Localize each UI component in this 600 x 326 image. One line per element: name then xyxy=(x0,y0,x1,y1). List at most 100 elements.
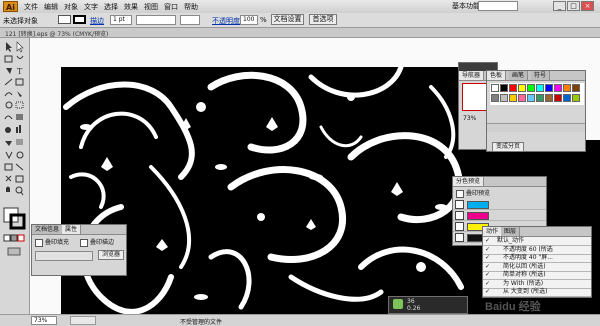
type-tool-icon: T xyxy=(17,67,23,76)
check-icon[interactable]: ✓ xyxy=(485,271,490,279)
search-box[interactable] xyxy=(478,1,518,11)
browser-button[interactable]: 浏览器 xyxy=(98,250,124,260)
selection-status: 未选择对象 xyxy=(3,17,38,25)
tab-document-info[interactable]: 文档信息 xyxy=(32,225,64,234)
document-tab[interactable]: 121 [转换].eps @ 73% (CMYK/预览) xyxy=(0,28,600,38)
tab-layers[interactable]: 图层 xyxy=(501,227,521,236)
check-icon[interactable]: ✓ xyxy=(485,237,490,245)
color-swatch[interactable] xyxy=(491,94,499,102)
check-icon[interactable]: ✓ xyxy=(485,288,490,296)
tab-actions[interactable]: 动作 xyxy=(483,227,503,236)
status-bar: 73% 不受管理的文件 xyxy=(0,314,600,326)
color-swatch[interactable] xyxy=(518,84,526,92)
color-swatch[interactable] xyxy=(509,84,517,92)
preferences-button[interactable]: 首选项 xyxy=(309,14,337,25)
floral-artwork[interactable] xyxy=(61,67,468,314)
tab-attributes[interactable]: 属性 xyxy=(62,225,82,234)
line-tool-icon xyxy=(4,78,13,86)
tab-separations[interactable]: 分色预览 xyxy=(453,177,485,186)
menu-edit[interactable]: 编辑 xyxy=(44,2,58,12)
menu-type[interactable]: 文字 xyxy=(84,2,98,12)
checkbox-icon[interactable] xyxy=(456,189,464,198)
visibility-icon[interactable] xyxy=(455,233,464,242)
info-x-value: 36 xyxy=(407,298,415,305)
color-swatch[interactable] xyxy=(500,84,508,92)
document-setup-button[interactable]: 文档设置 xyxy=(271,14,304,25)
artboard-nav[interactable] xyxy=(70,316,96,325)
action-label: 简单对称 (所选) xyxy=(503,271,546,278)
tab-navigator[interactable]: 导航器 xyxy=(459,71,485,80)
visibility-icon[interactable] xyxy=(455,211,464,220)
swatch-grid[interactable] xyxy=(490,83,584,105)
stroke-link[interactable]: 描边 xyxy=(90,16,104,26)
brush-field[interactable] xyxy=(180,15,200,25)
close-button[interactable]: × xyxy=(581,1,594,11)
color-swatch[interactable] xyxy=(563,94,571,102)
stroke-weight-field[interactable]: 1 pt xyxy=(110,15,132,25)
direct-selection-tool-icon xyxy=(16,41,24,53)
menu-object[interactable]: 对象 xyxy=(64,2,78,12)
color-swatch[interactable] xyxy=(536,94,544,102)
stroke-profile-field[interactable] xyxy=(136,15,176,25)
zoom-field[interactable]: 73% xyxy=(31,316,57,325)
swatches-panel: 色板 画笔 符号 xyxy=(486,70,586,152)
app-logo: Ai xyxy=(3,1,18,12)
visibility-icon[interactable] xyxy=(455,222,464,231)
overprint-stroke-checkbox[interactable]: 叠印描边 xyxy=(80,237,114,247)
overprint-fill-checkbox[interactable]: 叠印填充 xyxy=(35,237,69,247)
color-swatch[interactable] xyxy=(572,84,580,92)
check-icon[interactable]: ✓ xyxy=(485,280,490,288)
menu-select[interactable]: 选择 xyxy=(104,2,118,12)
overprint-preview-checkbox[interactable]: 叠印预览 xyxy=(456,188,490,198)
color-swatch[interactable] xyxy=(563,84,571,92)
stroke-swatch[interactable] xyxy=(73,15,86,24)
menu-window[interactable]: 窗口 xyxy=(164,2,178,12)
tab-brushes[interactable]: 画笔 xyxy=(509,71,529,80)
tab-swatches[interactable]: 色板 xyxy=(487,71,507,80)
control-bar: 未选择对象 描边 1 pt 不透明度 100 % 文档设置 首选项 xyxy=(0,13,600,28)
document-title: 121 [转换].eps @ 73% (CMYK/预览) xyxy=(5,31,109,38)
color-swatch[interactable] xyxy=(572,94,580,102)
action-item[interactable]: ✓ 从 大变到 (所选) xyxy=(483,288,591,297)
visibility-icon[interactable] xyxy=(455,200,464,209)
checkbox-icon[interactable] xyxy=(80,238,88,247)
opacity-link[interactable]: 不透明度 xyxy=(212,16,240,26)
lasso-tool-icon xyxy=(16,55,24,59)
opacity-field[interactable]: 100 xyxy=(240,15,258,25)
check-icon[interactable]: ✓ xyxy=(485,254,490,262)
action-label: 不透明度 40 "屏... xyxy=(503,254,553,261)
menu-effect[interactable]: 效果 xyxy=(124,2,138,12)
color-swatch[interactable] xyxy=(536,84,544,92)
paginate-button[interactable]: 变成分页 xyxy=(492,142,524,152)
checkbox-icon[interactable] xyxy=(35,238,43,247)
workspace-label[interactable]: 基本功能 xyxy=(452,1,480,11)
tool-icons: T xyxy=(3,41,26,256)
menu-view[interactable]: 视图 xyxy=(144,2,158,12)
tab-symbols[interactable]: 符号 xyxy=(531,71,551,80)
color-swatch[interactable] xyxy=(554,84,562,92)
separation-row[interactable] xyxy=(453,199,546,210)
menu-file[interactable]: 文件 xyxy=(24,2,38,12)
color-swatch[interactable] xyxy=(500,94,508,102)
color-swatch[interactable] xyxy=(545,94,553,102)
separation-row[interactable] xyxy=(453,210,546,221)
image-map-select[interactable] xyxy=(35,251,93,261)
gradient-mode-icon xyxy=(10,234,18,242)
color-swatch[interactable] xyxy=(554,94,562,102)
maximize-button[interactable]: □ xyxy=(567,1,580,11)
fill-swatch[interactable] xyxy=(58,15,71,24)
navigator-zoom[interactable]: 73% xyxy=(463,115,476,122)
color-swatch[interactable] xyxy=(545,84,553,92)
percent-label: % xyxy=(260,16,267,24)
action-label: 简化以回 (所选) xyxy=(503,262,546,270)
check-icon[interactable]: ✓ xyxy=(485,246,490,254)
menu-help[interactable]: 帮助 xyxy=(184,2,198,12)
color-swatch[interactable] xyxy=(527,94,535,102)
color-swatch[interactable] xyxy=(509,94,517,102)
actions-panel: 动作 图层 ✓ 默认_动作 ✓ 不透明度 60 (所选 ✓ 不透明度 40 "屏... ✓ 简… xyxy=(482,226,592,298)
color-swatch[interactable] xyxy=(527,84,535,92)
check-icon[interactable]: ✓ xyxy=(485,263,490,271)
color-swatch[interactable] xyxy=(518,94,526,102)
minimize-button[interactable]: _ xyxy=(553,1,566,11)
color-swatch[interactable] xyxy=(491,84,499,92)
